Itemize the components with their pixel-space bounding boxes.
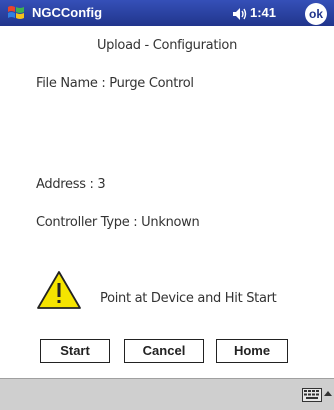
cancel-button[interactable]: Cancel [124,339,204,363]
app-title: NGCConfig [32,5,103,20]
home-button[interactable]: Home [216,339,288,363]
instruction-text: Point at Device and Hit Start [100,291,277,306]
warning-icon [36,270,82,310]
speaker-icon[interactable] [232,6,248,20]
clock[interactable]: 1:41 [250,5,276,20]
windows-flag-icon[interactable] [6,3,26,23]
controller-type-label: Controller Type : Unknown [36,215,200,230]
start-button[interactable]: Start [40,339,110,363]
page-title: Upload - Configuration [96,38,238,53]
keyboard-icon[interactable] [302,387,322,402]
title-bar: NGCConfig 1:41 ok [0,0,334,26]
ok-button[interactable]: ok [305,3,327,25]
input-menu-arrow-icon[interactable] [324,391,332,396]
address-label: Address : 3 [36,177,106,192]
file-name-label: File Name : Purge Control [36,76,194,91]
menu-bar [0,378,334,410]
